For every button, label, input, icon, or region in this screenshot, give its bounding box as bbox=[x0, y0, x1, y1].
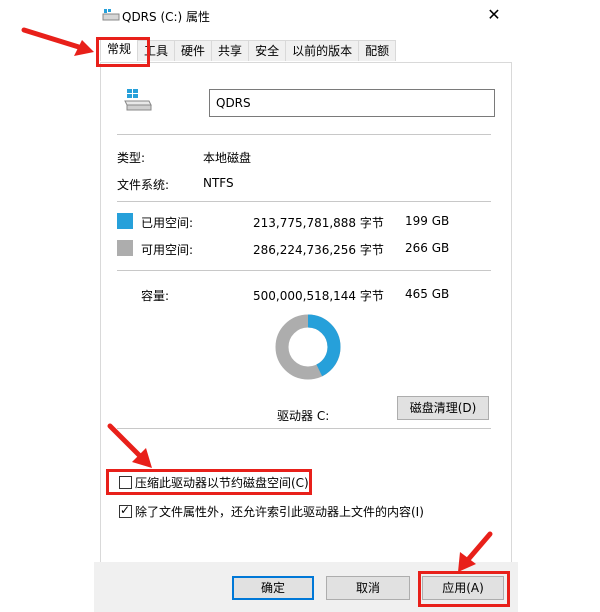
tab-tools[interactable]: 工具 bbox=[137, 40, 176, 61]
properties-dialog: QDRS (C:) 属性 ✕ 常规 工具 硬件 共享 安全 以前的版本 配额 类… bbox=[94, 0, 518, 612]
tab-sharing[interactable]: 共享 bbox=[211, 40, 250, 61]
capacity-bytes: 500,000,518,144 字节 bbox=[253, 289, 384, 303]
apply-button[interactable]: 应用(A) bbox=[422, 576, 504, 600]
tab-bar: 常规 工具 硬件 共享 安全 以前的版本 配额 bbox=[100, 38, 397, 62]
filesystem-label: 文件系统: bbox=[117, 178, 170, 192]
disk-cleanup-button[interactable]: 磁盘清理(D) bbox=[397, 396, 489, 420]
general-tab-panel: 类型: 本地磁盘 文件系统: NTFS 已用空间: 213,775,781,88… bbox=[100, 62, 512, 564]
used-space-size: 199 GB bbox=[405, 214, 450, 228]
annotation-arrow-icon bbox=[21, 27, 94, 56]
separator bbox=[117, 428, 491, 429]
index-checkbox[interactable] bbox=[119, 503, 132, 518]
annotation-arrow-icon bbox=[107, 423, 152, 468]
windows-drive-icon bbox=[123, 89, 153, 111]
separator bbox=[117, 201, 491, 202]
used-space-label: 已用空间: bbox=[141, 216, 194, 230]
free-space-size: 266 GB bbox=[405, 241, 450, 255]
ok-button[interactable]: 确定 bbox=[232, 576, 314, 600]
separator bbox=[117, 134, 491, 135]
free-space-swatch bbox=[117, 240, 133, 256]
capacity-size: 465 GB bbox=[405, 287, 450, 301]
disk-usage-donut bbox=[275, 314, 341, 380]
filesystem-value: NTFS bbox=[203, 176, 234, 190]
separator bbox=[117, 270, 491, 271]
used-space-bytes: 213,775,781,888 字节 bbox=[253, 216, 384, 230]
tab-hardware[interactable]: 硬件 bbox=[174, 40, 213, 61]
free-space-bytes: 286,224,736,256 字节 bbox=[253, 243, 384, 257]
used-space-swatch bbox=[117, 213, 133, 229]
annotation-arrow-icon bbox=[458, 531, 493, 572]
close-button[interactable]: ✕ bbox=[480, 2, 508, 28]
tab-security[interactable]: 安全 bbox=[248, 40, 287, 61]
tab-general[interactable]: 常规 bbox=[100, 38, 139, 61]
type-value: 本地磁盘 bbox=[203, 151, 252, 165]
drive-title-icon bbox=[102, 8, 120, 22]
title-bar: QDRS (C:) 属性 ✕ bbox=[94, 0, 518, 32]
tab-previous-versions[interactable]: 以前的版本 bbox=[285, 40, 360, 61]
index-label[interactable]: 除了文件属性外，还允许索引此驱动器上文件的内容(I) bbox=[135, 503, 424, 520]
capacity-label: 容量: bbox=[141, 289, 170, 303]
cancel-button[interactable]: 取消 bbox=[326, 576, 410, 600]
compress-checkbox[interactable] bbox=[119, 476, 132, 489]
drive-name-input[interactable] bbox=[209, 89, 495, 117]
compress-label[interactable]: 压缩此驱动器以节约磁盘空间(C) bbox=[135, 474, 309, 491]
type-label: 类型: bbox=[117, 151, 146, 165]
window-title: QDRS (C:) 属性 bbox=[122, 10, 211, 24]
tab-quota[interactable]: 配额 bbox=[358, 40, 397, 61]
drive-letter-label: 驱动器 C: bbox=[277, 409, 330, 423]
free-space-label: 可用空间: bbox=[141, 243, 194, 257]
